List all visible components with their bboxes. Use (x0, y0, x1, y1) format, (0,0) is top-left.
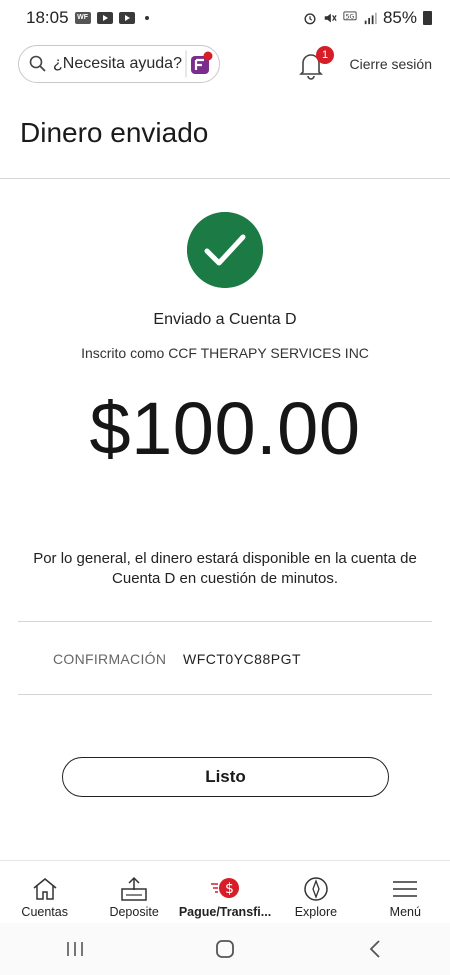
5g-icon: 5G (343, 11, 357, 20)
divider (18, 621, 432, 622)
notification-badge: 1 (316, 46, 334, 64)
amount-sent: $100.00 (89, 387, 361, 470)
status-time: 18:05 (26, 8, 69, 27)
nav-pay-transfer[interactable]: $ Pague/Transfi... (179, 861, 271, 923)
compass-icon (304, 877, 328, 901)
recipient-heading: Enviado a Cuenta D (153, 311, 297, 328)
back-icon[interactable] (355, 934, 395, 964)
house-icon (33, 878, 57, 900)
nav-accounts[interactable]: Cuentas (0, 861, 89, 923)
nav-pay-transfer-label: Pague/Transfi... (178, 905, 272, 919)
system-navigation-bar (0, 923, 450, 975)
more-notifications-dot-icon (144, 16, 149, 20)
nav-menu[interactable]: Menú (361, 861, 450, 923)
svg-text:$: $ (225, 881, 234, 897)
nav-accounts-label: Cuentas (21, 905, 68, 919)
nav-deposit[interactable]: Deposite (89, 861, 178, 923)
nav-explore-label: Explore (294, 905, 338, 919)
status-bar: 18:05 WF 5G 85% (0, 0, 450, 36)
enrolled-as-text: Inscrito como CCF THERAPY SERVICES INC (81, 345, 369, 361)
pay-transfer-icon: $ (211, 878, 239, 898)
wells-fargo-app-icon: WF (74, 12, 91, 24)
availability-note: Por lo general, el dinero estará disponi… (33, 550, 417, 587)
fargo-assistant-icon[interactable] (185, 50, 213, 78)
youtube-icon (96, 12, 113, 24)
confirmation-number: WFCT0YC88PGT (183, 651, 302, 667)
divider (0, 178, 450, 179)
alarm-icon (304, 13, 316, 25)
search-icon (29, 55, 46, 72)
done-button[interactable]: Listo (62, 757, 389, 797)
youtube-icon (118, 12, 135, 24)
success-check-icon (187, 212, 263, 288)
confirmation-label: CONFIRMACIÓN (53, 651, 167, 667)
battery-icon (423, 11, 432, 25)
recent-apps-icon[interactable] (55, 934, 95, 964)
divider (18, 694, 432, 695)
nav-deposit-label: Deposite (109, 905, 159, 919)
page-title: Dinero enviado (20, 117, 209, 148)
bottom-navigation: Cuentas Deposite $ Pague/Transfi... Expl… (0, 860, 450, 923)
logout-link[interactable]: Cierre sesión (350, 56, 432, 72)
nav-explore[interactable]: Explore (271, 861, 360, 923)
help-search[interactable]: ¿Necesita ayuda? (18, 45, 220, 83)
deposit-icon (121, 876, 147, 901)
signal-icon (364, 12, 377, 25)
battery-percent: 85% (382, 8, 417, 27)
svg-text:5G: 5G (346, 13, 355, 20)
menu-icon (393, 881, 418, 897)
mute-icon (324, 13, 337, 23)
app-header: ¿Necesita ayuda? 1 Cierre sesión (0, 42, 450, 88)
help-search-label: ¿Necesita ayuda? (53, 55, 182, 72)
home-icon[interactable] (205, 934, 245, 964)
nav-menu-label: Menú (389, 905, 421, 919)
